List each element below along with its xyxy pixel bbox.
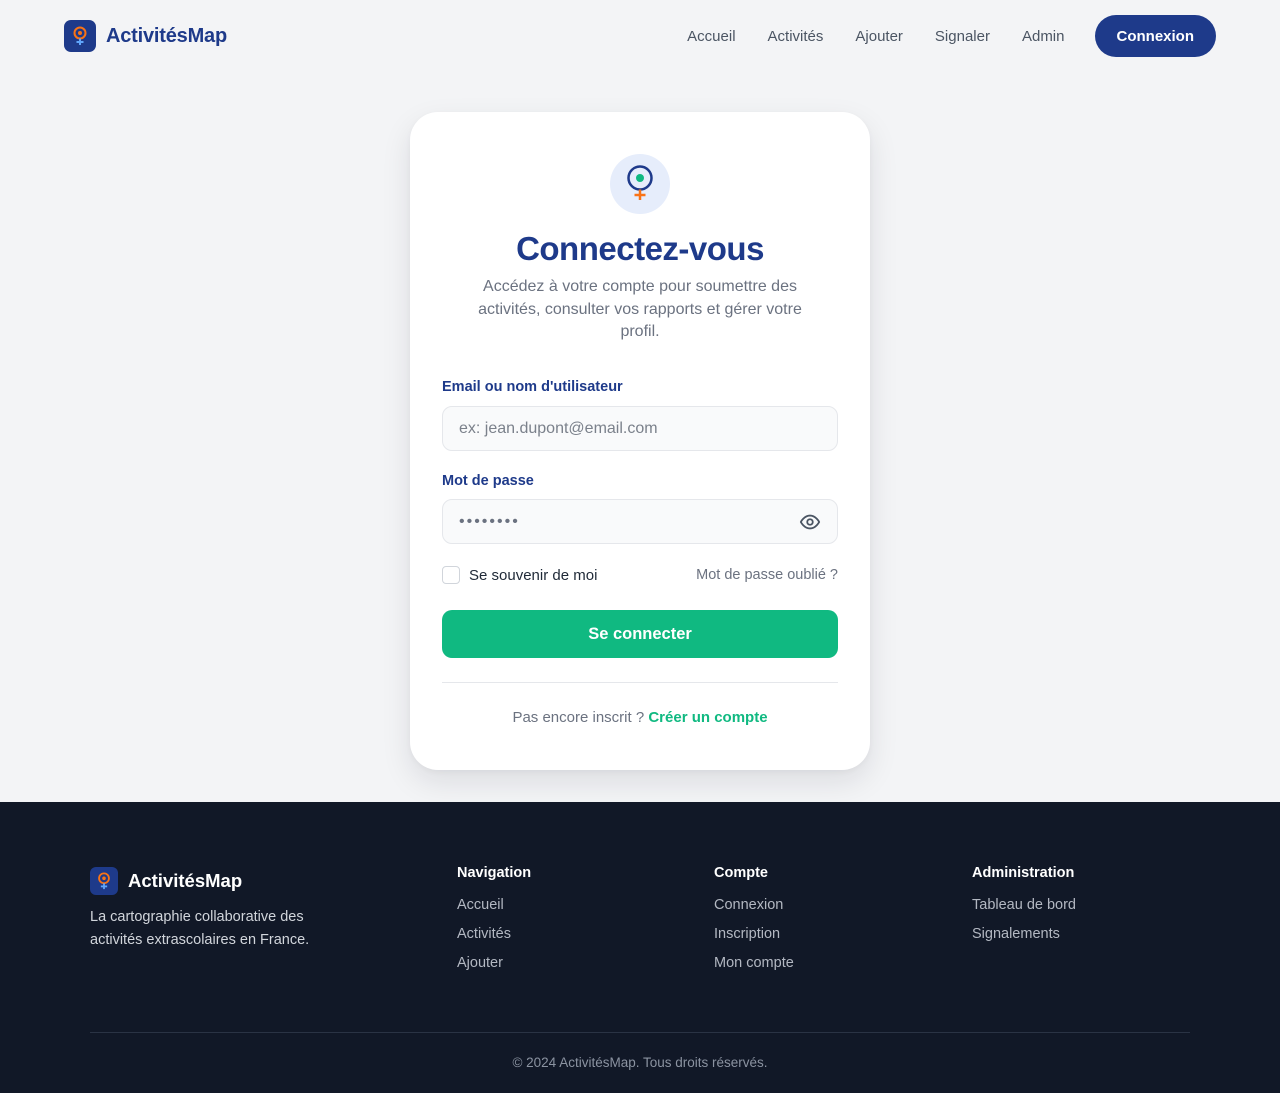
page-title: Connectez-vous xyxy=(516,230,764,267)
footer-divider xyxy=(90,1032,1190,1033)
footer-link-signalements[interactable]: Signalements xyxy=(972,926,1076,942)
footer-link-connexion[interactable]: Connexion xyxy=(714,897,794,913)
site-header: ActivitésMap Accueil Activités Ajouter S… xyxy=(0,0,1280,72)
footer-column-navigation: Navigation Accueil Activités Ajouter xyxy=(457,865,531,984)
map-pin-icon xyxy=(90,867,118,895)
footer-brand-name: ActivitésMap xyxy=(128,870,243,891)
signup-row: Pas encore inscrit ? Créer un compte xyxy=(410,709,870,726)
page-subtitle: Accédez à votre compte pour soumettre de… xyxy=(478,278,802,340)
forgot-password-link[interactable]: Mot de passe oublié ? xyxy=(696,567,838,583)
submit-button[interactable]: Se connecter xyxy=(442,610,838,658)
main-nav: Accueil Activités Ajouter Signaler Admin… xyxy=(687,15,1216,57)
password-value: •••••••• xyxy=(459,512,520,530)
footer-brand[interactable]: ActivitésMap xyxy=(90,867,242,895)
footer-column-administration: Administration Tableau de bord Signaleme… xyxy=(972,865,1076,955)
password-label: Mot de passe xyxy=(442,473,534,489)
nav-item-accueil[interactable]: Accueil xyxy=(687,28,735,45)
footer-link-inscription[interactable]: Inscription xyxy=(714,926,794,942)
signup-link[interactable]: Créer un compte xyxy=(648,709,767,726)
nav-item-admin[interactable]: Admin xyxy=(1022,28,1065,45)
nav-item-activites[interactable]: Activités xyxy=(768,28,824,45)
brand-link[interactable]: ActivitésMap xyxy=(64,20,227,52)
remember-me[interactable]: Se souvenir de moi xyxy=(442,566,597,584)
nav-item-signaler[interactable]: Signaler xyxy=(935,28,990,45)
login-card: Connectez-vous Accédez à votre compte po… xyxy=(410,112,870,770)
footer-link-activites[interactable]: Activités xyxy=(457,926,531,942)
footer-column-compte: Compte Connexion Inscription Mon compte xyxy=(714,865,794,984)
footer-tagline: La cartographie collaborative des activi… xyxy=(90,909,310,948)
nav-item-ajouter[interactable]: Ajouter xyxy=(855,28,903,45)
email-label: Email ou nom d'utilisateur xyxy=(442,379,623,395)
footer-column-title: Administration xyxy=(972,865,1075,881)
map-pin-icon xyxy=(64,20,96,52)
footer-link-ajouter[interactable]: Ajouter xyxy=(457,955,531,971)
password-field[interactable]: •••••••• xyxy=(442,499,838,544)
remember-row: Se souvenir de moi Mot de passe oublié ? xyxy=(442,565,838,585)
copyright: © 2024 ActivitésMap. Tous droits réservé… xyxy=(512,1055,768,1070)
footer-link-accueil[interactable]: Accueil xyxy=(457,897,531,913)
site-footer: ActivitésMap La cartographie collaborati… xyxy=(0,802,1280,1093)
remember-checkbox[interactable] xyxy=(442,566,460,584)
map-pin-icon xyxy=(610,154,670,214)
eye-icon[interactable] xyxy=(799,511,821,533)
footer-link-mon-compte[interactable]: Mon compte xyxy=(714,955,794,971)
brand-name: ActivitésMap xyxy=(106,24,227,47)
divider xyxy=(442,682,838,683)
email-field[interactable] xyxy=(442,406,838,451)
signup-prompt: Pas encore inscrit ? xyxy=(512,709,645,726)
remember-label: Se souvenir de moi xyxy=(469,566,598,584)
footer-link-tableau-de-bord[interactable]: Tableau de bord xyxy=(972,897,1076,913)
footer-column-title: Compte xyxy=(714,865,768,881)
footer-column-title: Navigation xyxy=(457,865,532,881)
login-button[interactable]: Connexion xyxy=(1094,15,1216,57)
